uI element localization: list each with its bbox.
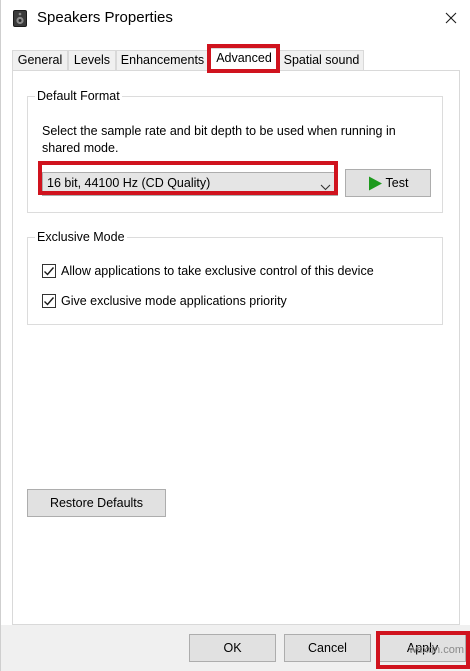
tab-general[interactable]: General	[12, 50, 68, 71]
exclusive-mode-group: Exclusive Mode Allow applications to tak…	[27, 229, 443, 325]
checkmark-icon	[44, 297, 55, 306]
ok-button[interactable]: OK	[189, 634, 276, 662]
play-icon	[368, 176, 383, 191]
speaker-icon	[13, 10, 27, 27]
default-format-description: Select the sample rate and bit depth to …	[42, 124, 396, 155]
exclusive-priority-checkbox[interactable]	[42, 294, 56, 308]
tab-levels[interactable]: Levels	[68, 50, 116, 71]
test-button-label: Test	[385, 176, 409, 190]
selected-format-value: 16 bit, 44100 Hz (CD Quality)	[47, 176, 211, 190]
dialog-footer: OK Cancel Apply	[1, 625, 470, 671]
default-format-group: Default Format Select the sample rate an…	[27, 88, 443, 213]
close-icon	[445, 12, 457, 27]
default-format-select[interactable]: 16 bit, 44100 Hz (CD Quality)	[42, 172, 338, 196]
title-bar: Speakers Properties	[1, 0, 470, 38]
default-format-legend: Default Format	[35, 88, 122, 104]
cancel-button-label: Cancel	[308, 641, 347, 655]
exclusive-control-option[interactable]: Allow applications to take exclusive con…	[42, 262, 374, 280]
watermark: wsxdn.com	[409, 644, 465, 656]
exclusive-mode-legend: Exclusive Mode	[35, 229, 127, 245]
restore-defaults-button[interactable]: Restore Defaults	[27, 489, 166, 517]
exclusive-priority-label: Give exclusive mode applications priorit…	[61, 294, 287, 308]
tab-spatial-sound[interactable]: Spatial sound	[279, 50, 364, 71]
exclusive-control-checkbox[interactable]	[42, 264, 56, 278]
speakers-properties-dialog: Speakers Properties General Levels Enhan…	[0, 0, 470, 671]
ok-button-label: OK	[223, 641, 242, 655]
exclusive-control-label: Allow applications to take exclusive con…	[61, 264, 374, 278]
test-button[interactable]: Test	[345, 169, 431, 197]
exclusive-priority-option[interactable]: Give exclusive mode applications priorit…	[42, 292, 287, 310]
window-title: Speakers Properties	[37, 9, 173, 26]
restore-defaults-label: Restore Defaults	[49, 496, 144, 510]
close-button[interactable]	[431, 0, 470, 38]
tab-advanced[interactable]: Advanced	[209, 48, 279, 72]
tab-enhancements[interactable]: Enhancements	[116, 50, 209, 71]
chevron-down-icon	[320, 180, 331, 194]
advanced-tab-panel: Default Format Select the sample rate an…	[12, 70, 460, 625]
cancel-button[interactable]: Cancel	[284, 634, 371, 662]
checkmark-icon	[44, 267, 55, 276]
